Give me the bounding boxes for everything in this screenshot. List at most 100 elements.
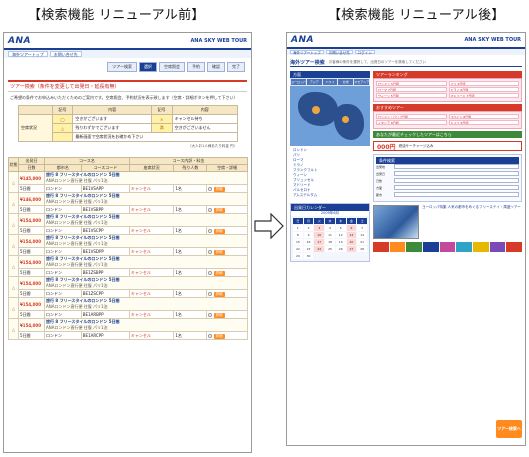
panel-link[interactable]: ローマ 7日間 — [376, 87, 447, 92]
calendar-day[interactable]: 26 — [335, 246, 346, 252]
calendar-day[interactable]: 11 — [325, 232, 335, 238]
calendar-day[interactable]: 19 — [335, 239, 346, 245]
ana-logo[interactable]: ANA — [291, 35, 314, 45]
thumbnail[interactable] — [423, 242, 439, 252]
calendar-day[interactable]: 20 — [346, 239, 357, 245]
calendar-day[interactable]: 28 — [357, 246, 367, 252]
thumbnail[interactable] — [456, 242, 472, 252]
calendar-day[interactable]: 25 — [325, 246, 335, 252]
thumbnail[interactable] — [506, 242, 522, 252]
course-title-text[interactable]: 旅行 8 フリースタイルのロンドン 5日間 — [46, 236, 120, 241]
course-title-text[interactable]: 旅行 8 フリースタイルのロンドン 5日間 — [46, 194, 120, 199]
course-title-text[interactable]: 旅行 8 フリースタイルのロンドン 5日間 — [46, 320, 120, 325]
calendar-day[interactable]: 1 — [293, 225, 303, 231]
panel-link[interactable]: イタリア 8日間 — [376, 120, 447, 125]
calendar-day[interactable]: 21 — [357, 239, 367, 245]
course-title-text[interactable]: 旅行 8 フリースタイルのロンドン 5日間 — [46, 299, 120, 304]
calendar-day[interactable]: 15 — [293, 239, 303, 245]
ana-logo[interactable]: ANA — [8, 36, 31, 46]
feature-text[interactable]: ヨーロッパ特集 人気の都市をめぐるフリーステイ・周遊ツアー — [422, 205, 522, 239]
detail-button[interactable]: 詳細 — [213, 249, 225, 255]
thumbnail[interactable] — [489, 242, 506, 252]
panel-link[interactable]: ドイツ 6日間 — [448, 120, 519, 125]
subnav-contact[interactable]: お問い合せ先 — [325, 50, 353, 55]
subnav-top[interactable]: 海外ツアートップ — [8, 51, 48, 57]
region-map[interactable] — [290, 86, 370, 146]
search-field-input[interactable] — [394, 192, 519, 197]
panel-link[interactable]: マドリード 7日間 — [448, 93, 519, 98]
map-marker-icon[interactable] — [312, 106, 320, 114]
course-title[interactable]: 旅行 8 フリースタイルのロンドン 5日間 ANAロンドン直行便 往復 パリ1泊 — [44, 255, 248, 269]
subnav-login[interactable]: ログイン — [354, 50, 375, 55]
region-tab[interactable]: ハワイ — [322, 79, 338, 85]
thumbnail[interactable] — [406, 242, 422, 252]
search-field-input[interactable] — [394, 164, 519, 169]
calendar-day[interactable]: 5 — [335, 225, 346, 231]
course-title[interactable]: 旅行 8 フリースタイルのロンドン 5日間 ANAロンドン直行便 往復 パリ1泊 — [44, 276, 248, 290]
select-radio[interactable] — [208, 270, 213, 275]
subnav-top[interactable]: 海外ツアートップ — [290, 50, 324, 55]
calendar-day[interactable]: 8 — [293, 232, 303, 238]
subnav-contact[interactable]: お問い合せ先 — [49, 51, 82, 57]
promo-banner[interactable]: 000円 燃油サーチャージ込み — [373, 141, 522, 151]
select-radio[interactable] — [208, 333, 213, 338]
region-tab[interactable]: オセアニア — [354, 79, 369, 85]
calendar-day[interactable]: 22 — [293, 246, 303, 252]
calendar-day[interactable]: 4 — [325, 225, 335, 231]
thumbnail[interactable] — [373, 242, 389, 252]
detail-button[interactable]: 詳細 — [213, 312, 225, 318]
panel-link[interactable]: ミラノ 6日間 — [448, 87, 519, 92]
calendar-day[interactable]: 29 — [293, 253, 303, 259]
calendar-day[interactable]: 9 — [303, 232, 314, 238]
search-field-input[interactable] — [394, 171, 519, 176]
course-title-text[interactable]: 旅行 8 フリースタイルのロンドン 5日間 — [46, 215, 120, 220]
panel-link[interactable]: ロンドン 5日間 — [376, 81, 447, 86]
detail-button[interactable]: 詳細 — [213, 186, 225, 192]
search-field-input[interactable] — [394, 178, 519, 183]
calendar-day[interactable]: 18 — [325, 239, 335, 245]
calendar-day[interactable]: 17 — [314, 239, 325, 245]
calendar-day[interactable]: 14 — [357, 232, 367, 238]
calendar-day[interactable]: 23 — [303, 246, 314, 252]
calendar-day[interactable]: 10 — [314, 232, 325, 238]
feature-photo[interactable] — [373, 205, 419, 239]
go-search-button[interactable]: ツアー検索へ — [496, 420, 522, 438]
calendar-day[interactable]: 30 — [303, 253, 314, 259]
detail-button[interactable]: 詳細 — [213, 270, 225, 276]
calendar-day[interactable]: 2 — [303, 225, 314, 231]
search-field-input[interactable] — [394, 185, 519, 190]
calendar-day[interactable]: 7 — [357, 225, 367, 231]
select-radio[interactable] — [208, 186, 213, 191]
calendar-day[interactable]: 12 — [335, 232, 346, 238]
course-title-text[interactable]: 旅行 8 フリースタイルのロンドン 5日間 — [46, 257, 120, 262]
region-tab[interactable]: アジア — [306, 79, 322, 85]
detail-button[interactable]: 詳細 — [213, 207, 225, 213]
course-title[interactable]: 旅行 8 フリースタイルのロンドン 5日間 ANAロンドン直行便 往復 パリ1泊 — [44, 171, 248, 185]
detail-button[interactable]: 詳細 — [213, 333, 225, 339]
calendar-day[interactable]: 13 — [346, 232, 357, 238]
select-radio[interactable] — [208, 249, 213, 254]
panel-link[interactable]: スペイン 8日間 — [448, 114, 519, 119]
course-title[interactable]: 旅行 8 フリースタイルのロンドン 5日間 ANAロンドン直行便 往復 パリ1泊 — [44, 213, 248, 227]
panel-link[interactable]: ウィーン 5日間 — [376, 93, 447, 98]
course-title[interactable]: 旅行 8 フリースタイルのロンドン 5日間 ANAロンドン直行便 往復 パリ1泊 — [44, 192, 248, 206]
thumbnail[interactable] — [389, 242, 406, 252]
panel-link[interactable]: ロンドン・パリ 7日間 — [376, 114, 447, 119]
select-radio[interactable] — [208, 207, 213, 212]
thumbnail[interactable] — [473, 242, 489, 252]
map-marker-icon[interactable] — [342, 116, 349, 123]
select-radio[interactable] — [208, 291, 213, 296]
course-title-text[interactable]: 旅行 8 フリースタイルのロンドン 5日間 — [46, 278, 120, 283]
region-link[interactable]: アムステルダム — [293, 193, 367, 198]
calendar-day[interactable]: 16 — [303, 239, 314, 245]
course-title[interactable]: 旅行 8 フリースタイルのロンドン 5日間 ANAロンドン直行便 往復 パリ1泊 — [44, 234, 248, 248]
detail-button[interactable]: 詳細 — [213, 291, 225, 297]
panel-link[interactable]: パリ 6日間 — [448, 81, 519, 86]
detail-button[interactable]: 詳細 — [213, 228, 225, 234]
calendar-day[interactable]: 27 — [346, 246, 357, 252]
select-radio[interactable] — [208, 228, 213, 233]
thumbnail[interactable] — [439, 242, 456, 252]
course-title[interactable]: 旅行 8 フリースタイルのロンドン 5日間 ANAロンドン直行便 往復 パリ1泊 — [44, 297, 248, 311]
calendar-day[interactable]: 3 — [314, 225, 325, 231]
calendar-day[interactable]: 6 — [346, 225, 357, 231]
